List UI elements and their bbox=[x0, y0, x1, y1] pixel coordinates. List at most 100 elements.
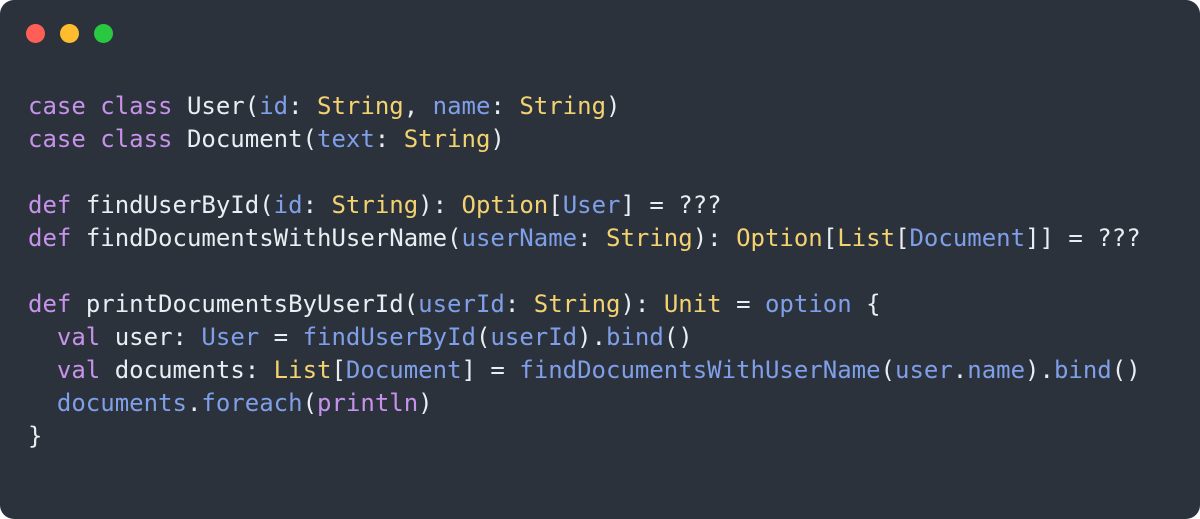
code-token: String bbox=[519, 92, 607, 120]
code-token: ) bbox=[577, 323, 592, 351]
code-token: : bbox=[244, 356, 274, 384]
code-line: def printDocumentsByUserId(userId: Strin… bbox=[28, 288, 1192, 321]
code-token: def bbox=[28, 191, 72, 219]
code-token: case bbox=[28, 92, 86, 120]
code-token: class bbox=[100, 125, 173, 153]
code-token: documents bbox=[114, 356, 245, 384]
code-token: : bbox=[302, 191, 332, 219]
code-token: = bbox=[721, 290, 765, 318]
code-token: . bbox=[186, 389, 202, 417]
code-token: name bbox=[967, 356, 1026, 384]
code-token: } bbox=[28, 422, 43, 450]
code-token: { bbox=[851, 290, 881, 318]
code-token: userId bbox=[490, 323, 578, 351]
code-line: val user: User = findUserById(userId).bi… bbox=[28, 321, 1192, 354]
code-token: findUserById bbox=[85, 191, 260, 219]
code-token: def bbox=[28, 290, 72, 318]
code-token: ) bbox=[1025, 356, 1040, 384]
code-token: ) bbox=[490, 125, 505, 153]
code-token: ] = ??? bbox=[620, 191, 722, 219]
window-titlebar bbox=[0, 0, 1200, 66]
code-token: Option bbox=[461, 191, 549, 219]
code-token: user bbox=[114, 323, 173, 351]
code-token: String bbox=[606, 224, 693, 252]
code-token: . bbox=[952, 356, 968, 384]
code-token: findDocumentsWithUserName bbox=[85, 224, 448, 252]
code-token: ): bbox=[418, 191, 462, 219]
code-token: , bbox=[403, 92, 433, 120]
code-token: text bbox=[317, 125, 375, 153]
code-token: ( bbox=[259, 191, 274, 219]
code-token: ( bbox=[244, 92, 260, 120]
code-token: ): bbox=[620, 290, 664, 318]
code-token: Document bbox=[909, 224, 1026, 252]
code-token: val bbox=[56, 356, 101, 384]
code-token: [ bbox=[331, 356, 346, 384]
code-token: : bbox=[288, 92, 318, 120]
code-token: bind bbox=[1053, 356, 1112, 384]
code-token: ( bbox=[403, 290, 419, 318]
code-token: . bbox=[1039, 356, 1054, 384]
code-line: def findUserById(id: String): Option[Use… bbox=[28, 189, 1192, 222]
code-token: : bbox=[504, 290, 534, 318]
maximize-window-button[interactable] bbox=[94, 23, 113, 43]
code-token: findDocumentsWithUserName bbox=[519, 356, 881, 384]
code-token: ): bbox=[692, 224, 737, 252]
code-block: case class User(id: String, name: String… bbox=[28, 90, 1192, 453]
code-token: id bbox=[273, 191, 303, 219]
code-token: name bbox=[432, 92, 491, 120]
code-line: def findDocumentsWithUserName(userName: … bbox=[28, 222, 1192, 255]
code-token: : bbox=[577, 224, 606, 252]
code-line: val documents: List[Document] = findDocu… bbox=[28, 354, 1192, 387]
traffic-light-group bbox=[26, 23, 113, 43]
code-token: User bbox=[201, 323, 260, 351]
code-token: [ bbox=[548, 191, 563, 219]
code-screenshot-window: case class User(id: String, name: String… bbox=[0, 0, 1200, 519]
code-line: documents.foreach(println) bbox=[28, 387, 1192, 420]
code-token: [ bbox=[895, 224, 910, 252]
code-line: case class Document(text: String) bbox=[28, 123, 1192, 156]
code-token: Document bbox=[345, 356, 462, 384]
code-token: User bbox=[562, 191, 621, 219]
code-token: id bbox=[259, 92, 289, 120]
code-token: class bbox=[100, 92, 173, 120]
code-token: String bbox=[533, 290, 621, 318]
code-token: String bbox=[331, 191, 419, 219]
code-token: : bbox=[172, 323, 202, 351]
code-token: Document bbox=[186, 125, 303, 153]
code-token: : bbox=[374, 125, 404, 153]
code-token: findUserById bbox=[302, 323, 476, 351]
code-token: def bbox=[28, 224, 72, 252]
code-token: ]] = ??? bbox=[1025, 224, 1141, 252]
code-token: ( bbox=[880, 356, 895, 384]
code-token: Option bbox=[736, 224, 823, 252]
minimize-window-button[interactable] bbox=[60, 23, 79, 43]
code-token: List bbox=[273, 356, 332, 384]
code-token: : bbox=[490, 92, 520, 120]
code-token: documents bbox=[56, 389, 187, 417]
code-token: printDocumentsByUserId bbox=[85, 290, 404, 318]
code-token: ( bbox=[302, 389, 318, 417]
code-token: () bbox=[1111, 356, 1141, 384]
close-window-button[interactable] bbox=[26, 23, 45, 43]
code-token: foreach bbox=[201, 389, 303, 417]
code-line: case class User(id: String, name: String… bbox=[28, 90, 1192, 123]
code-token: userName bbox=[461, 224, 578, 252]
code-token: userId bbox=[418, 290, 505, 318]
code-token: String bbox=[317, 92, 404, 120]
code-token: ] = bbox=[461, 356, 520, 384]
code-token: String bbox=[403, 125, 491, 153]
code-token: val bbox=[56, 323, 101, 351]
code-token: [ bbox=[822, 224, 838, 252]
